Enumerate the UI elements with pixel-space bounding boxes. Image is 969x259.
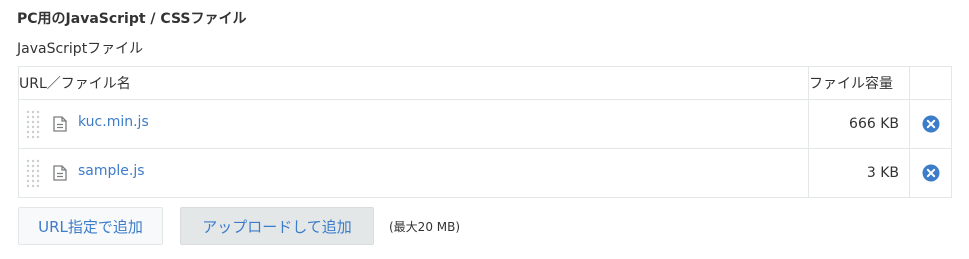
- column-header-name: URL／ファイル名: [18, 66, 809, 100]
- table-row: kuc.min.js 666 KB: [18, 99, 952, 149]
- section-title: PC用のJavaScript / CSSファイル: [17, 11, 247, 27]
- file-size: 3 KB: [808, 148, 910, 198]
- file-name-cell: kuc.min.js: [18, 99, 809, 149]
- file-actions-cell: [909, 99, 952, 149]
- file-link[interactable]: sample.js: [78, 163, 145, 179]
- table-row: sample.js 3 KB: [18, 148, 952, 198]
- file-link[interactable]: kuc.min.js: [78, 114, 149, 130]
- file-icon: [53, 116, 67, 132]
- remove-file-icon[interactable]: [922, 164, 940, 182]
- max-size-note: (最大20 MB): [389, 220, 461, 234]
- file-actions-cell: [909, 148, 952, 198]
- file-table: URL／ファイル名 ファイル容量 kuc.min.js 666 KB sampl…: [18, 66, 952, 198]
- subsection-title: JavaScriptファイル: [17, 41, 144, 57]
- js-css-settings-panel: PC用のJavaScript / CSSファイル JavaScriptファイル …: [0, 0, 969, 259]
- file-icon: [53, 165, 67, 181]
- add-by-url-button[interactable]: URL指定で追加: [18, 207, 163, 245]
- column-header-size: ファイル容量: [808, 66, 910, 100]
- file-size: 666 KB: [808, 99, 910, 149]
- drag-handle-icon[interactable]: [25, 158, 41, 188]
- column-header-actions: [909, 66, 952, 100]
- remove-file-icon[interactable]: [922, 115, 940, 133]
- drag-handle-icon[interactable]: [25, 109, 41, 139]
- upload-and-add-button[interactable]: アップロードして追加: [180, 207, 374, 245]
- table-header-row: URL／ファイル名 ファイル容量: [18, 66, 952, 100]
- file-name-cell: sample.js: [18, 148, 809, 198]
